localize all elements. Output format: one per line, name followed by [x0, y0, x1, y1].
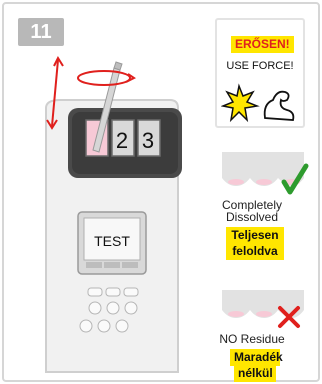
force-label-hungarian: ERŐSEN!	[231, 36, 294, 53]
use-force-panel: ERŐSEN! USE FORCE!	[215, 18, 305, 128]
force-label-english: USE FORCE!	[226, 60, 294, 72]
dissolved-hungarian-line1: Teljesen	[226, 227, 284, 244]
cell-digit-3: 3	[141, 128, 155, 153]
dissolved-cells-icon	[222, 152, 309, 195]
dissolved-english-line2: Dissolved	[225, 210, 279, 224]
flexed-arm-icon	[221, 83, 295, 123]
screen-text: TEST	[94, 233, 130, 249]
residue-hungarian-line2: nélkül	[234, 365, 276, 382]
cell-digit-2: 2	[115, 128, 129, 153]
no-residue-english: NO Residue	[219, 332, 285, 346]
dissolved-hungarian-line2: feloldva	[226, 243, 284, 260]
no-residue-cells-icon	[222, 290, 304, 328]
residue-hungarian-line1: Maradék	[230, 349, 283, 366]
rotate-arrow	[77, 70, 131, 86]
